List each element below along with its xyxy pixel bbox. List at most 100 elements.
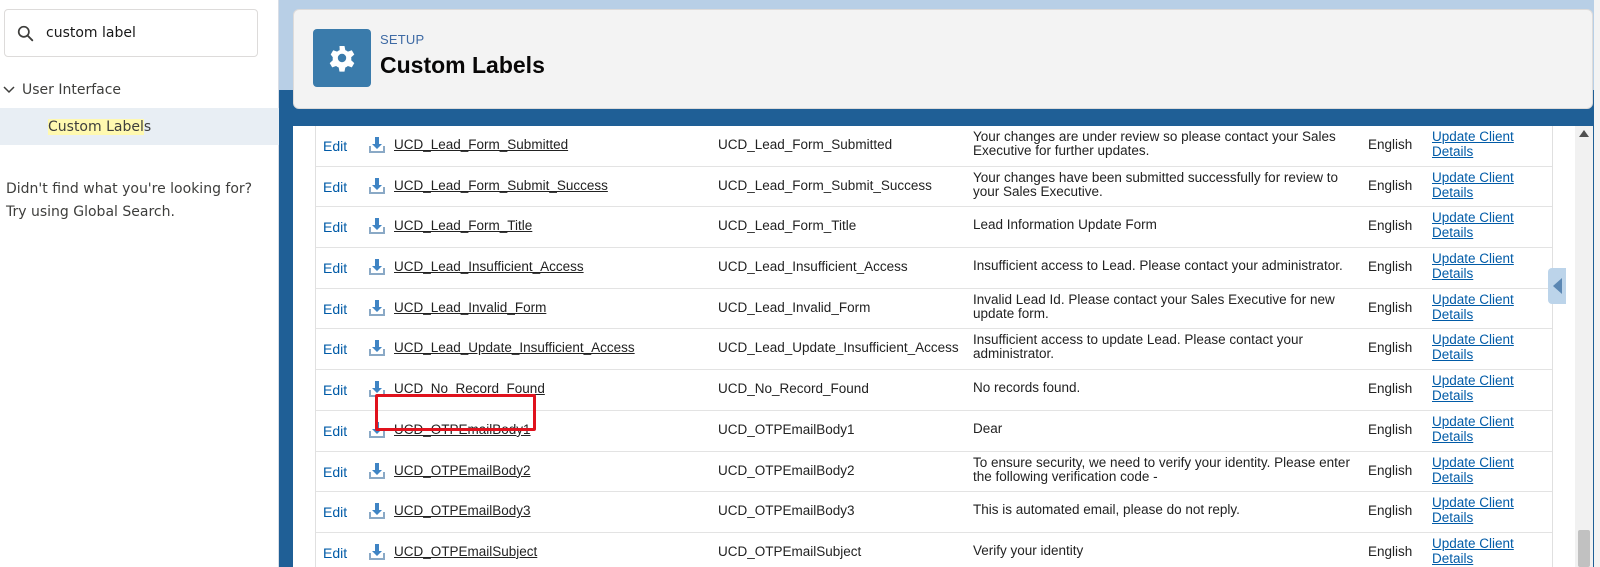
update-client-details-link[interactable]: Update Client Details — [1432, 332, 1527, 362]
label-link[interactable]: UCD_Lead_Form_Title — [394, 218, 532, 233]
update-client-details-link[interactable]: Update Client Details — [1432, 251, 1527, 281]
action-line: Update Client — [1432, 535, 1514, 551]
global-search-hint: Try using Global Search. — [6, 204, 175, 220]
table-row: Edit UCD_Lead_Form_Submitted UCD_Lead_Form… — [316, 126, 1552, 167]
table-row: Edit UCD_Lead_Update_Insufficient_Access U… — [316, 329, 1552, 371]
edit-link[interactable]: Edit — [323, 341, 347, 357]
panel-collapse-toggle[interactable] — [1548, 268, 1566, 304]
edit-link[interactable]: Edit — [323, 545, 347, 561]
update-client-details-link[interactable]: Update Client Details — [1432, 536, 1527, 566]
update-client-details-link[interactable]: Update Client Details — [1432, 455, 1527, 485]
tree-item-custom-labels[interactable]: Custom Label s — [0, 108, 279, 145]
label-link[interactable]: UCD_Lead_Form_Submit_Success — [394, 178, 608, 193]
labels-table: Edit UCD_Lead_Form_Submitted UCD_Lead_Form… — [315, 126, 1553, 567]
download-icon[interactable] — [367, 176, 387, 196]
page-subtitle: SETUP — [380, 32, 425, 47]
update-client-details-link[interactable]: Update Client Details — [1432, 129, 1527, 159]
update-client-details-link[interactable]: Update Client Details — [1432, 495, 1527, 525]
language-cell: English — [1368, 137, 1413, 152]
table-row: Edit UCD_Lead_Form_Title UCD_Lead_Form_Tit… — [316, 207, 1552, 249]
chevron-down-icon[interactable] — [2, 83, 16, 97]
update-client-details-link[interactable]: Update Client Details — [1432, 373, 1527, 403]
label-name-cell: UCD_Lead_Update_Insufficient_Access — [718, 340, 959, 356]
edit-link[interactable]: Edit — [323, 504, 347, 520]
action-line: Update Client — [1432, 291, 1514, 307]
action-line: Update Client — [1432, 413, 1514, 429]
search-icon — [17, 25, 34, 41]
not-found-line: Didn't find what you're looking for? — [6, 181, 253, 197]
label-name-cell: UCD_No_Record_Found — [718, 381, 869, 397]
action-line: Details — [1432, 388, 1474, 404]
action-line: Details — [1432, 144, 1474, 159]
download-icon[interactable] — [367, 461, 387, 481]
edit-link[interactable]: Edit — [323, 138, 347, 154]
label-value-cell: Your changes have been submitted success… — [973, 169, 1338, 199]
action-line: Update Client — [1432, 454, 1514, 470]
label-name-cell: UCD_OTPEmailBody1 — [718, 421, 855, 437]
label-name-cell: UCD_OTPEmailSubject — [718, 543, 862, 559]
edit-link[interactable]: Edit — [323, 464, 347, 480]
action-line: Update Client — [1432, 251, 1514, 267]
page-title: Custom Labels — [380, 52, 545, 78]
language-cell: English — [1368, 177, 1413, 193]
search-input[interactable]: custom label — [46, 25, 136, 41]
action-line: Details — [1432, 347, 1474, 363]
edit-link[interactable]: Edit — [323, 260, 347, 276]
edit-link[interactable]: Edit — [323, 301, 347, 317]
label-value-cell: To ensure security, we need to verify yo… — [973, 454, 1350, 484]
table-row: Edit UCD_Lead_Insufficient_Access UCD_Lead… — [316, 248, 1552, 289]
download-icon[interactable] — [367, 298, 387, 318]
action-line: Update Client — [1432, 210, 1514, 226]
label-link[interactable]: UCD_Lead_Update_Insufficient_Access — [394, 340, 635, 355]
gear-icon — [329, 46, 355, 72]
edit-link[interactable]: Edit — [323, 423, 347, 439]
update-client-details-link[interactable]: Update Client Details — [1432, 210, 1527, 240]
vertical-scrollbar[interactable] — [1575, 126, 1593, 567]
tree-item-label: User Interface — [22, 82, 122, 98]
action-line: Details — [1432, 428, 1474, 444]
table-row: Edit UCD_Lead_Invalid_Form UCD_Lead_Invali… — [316, 289, 1552, 330]
language-cell: English — [1368, 259, 1413, 275]
label-link[interactable]: UCD_OTPEmailSubject — [394, 544, 537, 559]
download-icon[interactable] — [367, 135, 387, 155]
label-value-cell: Your changes are under review so please … — [973, 129, 1336, 158]
action-line: Details — [1432, 550, 1474, 566]
action-line: Details — [1432, 184, 1474, 200]
label-value-cell: This is automated email, please do not r… — [973, 502, 1240, 518]
action-line: Update Client — [1432, 129, 1514, 144]
edit-link[interactable]: Edit — [323, 219, 347, 235]
setup-icon-tile — [313, 29, 371, 87]
download-icon[interactable] — [367, 338, 387, 358]
download-icon[interactable] — [367, 501, 387, 521]
edit-link[interactable]: Edit — [323, 179, 347, 195]
table-row: Edit UCD_OTPEmailSubject UCD_OTPEmailSubje… — [316, 533, 1552, 567]
tree-item-user-interface[interactable]: User Interface — [0, 78, 121, 102]
edit-link[interactable]: Edit — [323, 382, 347, 398]
setup-sidebar: custom label User Interface Custom Label… — [0, 0, 279, 567]
update-client-details-link[interactable]: Update Client Details — [1432, 414, 1527, 444]
label-link[interactable]: UCD_Lead_Invalid_Form — [394, 300, 546, 315]
action-line: Details — [1432, 266, 1474, 282]
label-link[interactable]: UCD_Lead_Form_Submitted — [394, 137, 568, 152]
update-client-details-link[interactable]: Update Client Details — [1432, 292, 1527, 322]
label-link[interactable]: UCD_OTPEmailBody2 — [394, 463, 531, 478]
download-icon[interactable] — [367, 216, 387, 236]
scroll-up-arrow-icon[interactable] — [1579, 130, 1589, 137]
label-value-cell: Invalid Lead Id. Please contact your Sal… — [973, 291, 1335, 321]
quick-find-search[interactable]: custom label — [4, 9, 258, 57]
download-icon[interactable] — [367, 257, 387, 277]
table-row: Edit UCD_Lead_Form_Submit_Success UCD_Lead… — [316, 167, 1552, 208]
label-value-cell: Dear — [973, 420, 1003, 436]
language-cell: English — [1368, 381, 1413, 397]
action-line: Update Client — [1432, 495, 1514, 511]
update-client-details-link[interactable]: Update Client Details — [1432, 170, 1527, 200]
label-link[interactable]: UCD_Lead_Insufficient_Access — [394, 259, 584, 274]
label-value-cell: Verify your identity — [973, 542, 1084, 558]
download-icon[interactable] — [367, 542, 387, 562]
action-line: Details — [1432, 469, 1474, 485]
action-line: Details — [1432, 510, 1474, 526]
label-name-cell: UCD_Lead_Form_Title — [718, 218, 857, 234]
scroll-thumb[interactable] — [1578, 530, 1590, 567]
language-cell: English — [1368, 543, 1413, 559]
label-link[interactable]: UCD_OTPEmailBody3 — [394, 503, 531, 518]
